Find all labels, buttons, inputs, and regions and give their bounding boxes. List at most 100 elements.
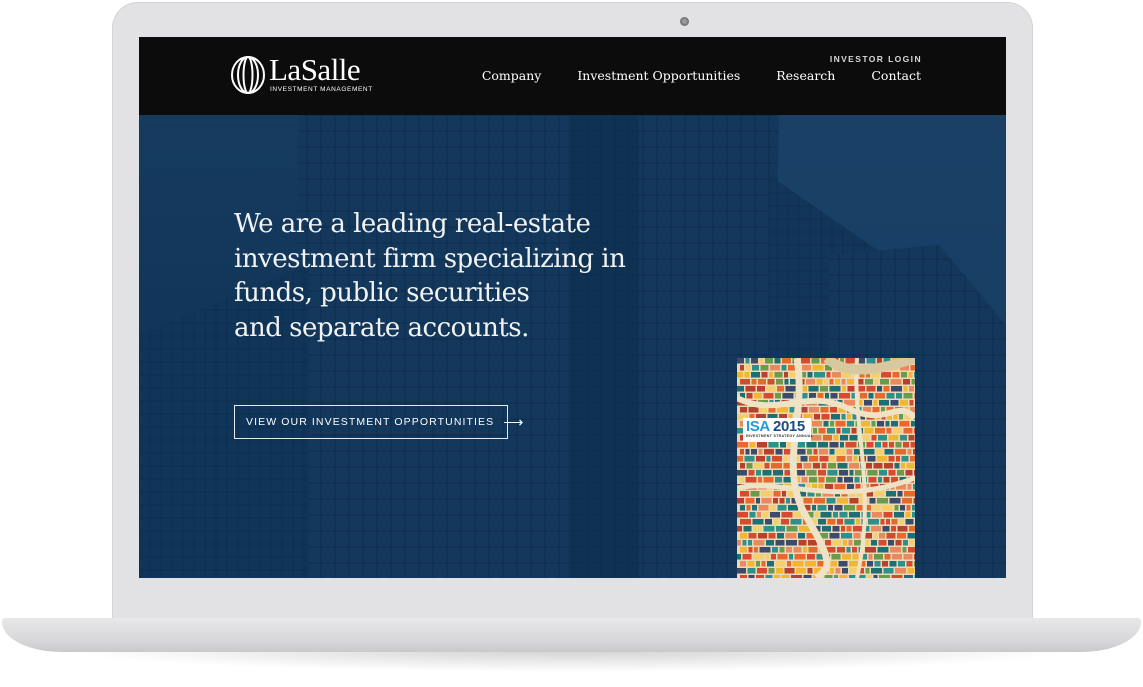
map-block [779, 498, 785, 504]
map-block [757, 442, 767, 448]
map-block [766, 540, 774, 546]
map-block [777, 407, 788, 413]
map-block [748, 540, 752, 546]
map-block [861, 421, 870, 427]
map-block [746, 463, 753, 469]
map-block [777, 505, 787, 511]
map-block [847, 379, 854, 385]
map-block [748, 470, 755, 476]
map-block [882, 526, 890, 532]
lasalle-logo[interactable]: LaSalle INVESTMENT MANAGEMENT [231, 52, 391, 97]
map-block [807, 554, 815, 560]
nav-item-company[interactable]: Company [482, 68, 542, 83]
map-block [866, 463, 872, 469]
map-block [768, 568, 775, 574]
logo-tagline: INVESTMENT MANAGEMENT [270, 86, 373, 93]
view-investment-opportunities-button[interactable]: VIEW OUR INVESTMENT OPPORTUNITIES ⟶ [234, 405, 523, 439]
city-map-illustration [737, 358, 915, 578]
map-block [745, 498, 755, 504]
map-block [775, 540, 785, 546]
map-block [829, 386, 841, 392]
map-block [844, 505, 855, 511]
nav-item-investment-opportunities[interactable]: Investment Opportunities [577, 68, 740, 83]
map-block [895, 540, 902, 546]
map-block [837, 519, 843, 525]
isa-2015-report-cover[interactable]: ISA 2015 INVESTMENT STRATEGY ANNUAL [737, 358, 915, 578]
map-block [902, 498, 912, 504]
map-block [907, 484, 912, 490]
map-block [871, 421, 876, 427]
map-block [737, 442, 748, 448]
map-block [785, 386, 797, 392]
map-block [828, 505, 833, 511]
map-block [888, 540, 894, 546]
nav-item-contact[interactable]: Contact [871, 68, 921, 83]
map-block [754, 547, 758, 553]
map-block [781, 575, 790, 578]
map-block [895, 568, 906, 574]
map-block [786, 547, 792, 553]
map-block [903, 393, 913, 399]
map-block [803, 575, 812, 578]
map-block [895, 442, 902, 448]
map-block [836, 449, 845, 455]
map-block [846, 526, 852, 532]
map-block [865, 568, 870, 574]
map-block [761, 491, 772, 497]
map-block [856, 519, 860, 525]
map-block [829, 533, 840, 539]
map-block [751, 449, 757, 455]
map-block [761, 372, 768, 378]
map-block [773, 498, 778, 504]
map-block [868, 519, 879, 525]
map-block [798, 533, 805, 539]
map-block [902, 547, 907, 553]
map-block [759, 547, 771, 553]
map-block [837, 463, 848, 469]
map-block [789, 407, 795, 413]
map-block [770, 505, 776, 511]
map-block [874, 491, 885, 497]
map-block [889, 498, 901, 504]
map-block [866, 442, 874, 448]
map-block [847, 484, 854, 490]
map-block [909, 400, 914, 406]
investor-login-link[interactable]: INVESTOR LOGIN [830, 54, 922, 64]
map-block [745, 449, 750, 455]
map-block [888, 456, 895, 462]
map-block [903, 540, 908, 546]
map-block [768, 442, 779, 448]
map-block [758, 449, 763, 455]
map-block [886, 393, 895, 399]
map-block [754, 463, 763, 469]
map-block [884, 554, 891, 560]
map-block [737, 470, 747, 476]
cta-label: VIEW OUR INVESTMENT OPPORTUNITIES [246, 416, 495, 428]
map-block [740, 491, 749, 497]
map-block [803, 463, 812, 469]
map-block [871, 435, 877, 441]
map-block [765, 519, 772, 525]
map-block [737, 512, 748, 518]
map-block [896, 456, 900, 462]
map-block [890, 400, 899, 406]
map-block [873, 533, 878, 539]
map-block [762, 470, 772, 476]
laptop-screen: We are a leading real-estate investment … [139, 37, 1006, 578]
map-block [891, 575, 903, 578]
map-block [882, 561, 888, 567]
map-block [839, 470, 848, 476]
map-block [836, 428, 841, 434]
map-block [776, 568, 783, 574]
headline-line: investment firm specializing in [234, 243, 626, 274]
map-block [900, 435, 907, 441]
map-block [913, 498, 915, 504]
map-block [766, 456, 771, 462]
map-block [808, 547, 818, 553]
nav-item-research[interactable]: Research [776, 68, 835, 83]
map-block [835, 421, 846, 427]
map-block [742, 540, 747, 546]
map-block [784, 568, 795, 574]
map-block [847, 421, 854, 427]
map-block [776, 379, 783, 385]
